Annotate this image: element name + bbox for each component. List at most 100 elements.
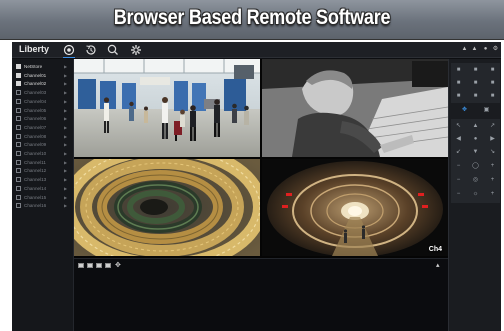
lock-icon[interactable]: ▲ [470,45,479,54]
logout-icon[interactable]: ⚙ [491,45,500,54]
ptz-down[interactable]: ▼ [468,147,483,158]
sidebar-channel-item[interactable]: Channel12 ▶ [12,167,74,175]
sidebar-channel-item[interactable]: NetStore ▶ [12,63,74,71]
sidebar-channel-item[interactable]: Channel14 ▶ [12,185,74,193]
channel-checkbox[interactable] [16,203,21,209]
expand-arrow-icon[interactable]: ▶ [64,167,67,175]
expand-arrow-icon[interactable]: ▶ [64,80,67,88]
sidebar-channel-item[interactable]: Channel09 ▶ [12,141,74,149]
ptz-right[interactable]: ▶ [485,134,500,145]
ptz-iris-in[interactable]: + [485,189,500,200]
expand-arrow-icon[interactable]: ▶ [64,115,67,123]
ptz-cell[interactable]: ■ [468,65,483,76]
subway-tunnel-feed[interactable]: Ch4 [262,159,448,256]
sidebar-channel-item[interactable]: Channel13 ▶ [12,176,74,184]
expand-arrow-icon[interactable]: ▶ [64,141,67,149]
channel-checkbox[interactable] [16,72,21,78]
ptz-focus-out[interactable]: − [451,175,466,186]
ptz-down-right[interactable]: ↘ [485,147,500,158]
channel-checkbox[interactable] [16,90,21,96]
sidebar-channel-item[interactable]: Channel04 ▶ [12,98,74,106]
playback-icon[interactable] [84,43,98,57]
expand-arrow-icon[interactable]: ▶ [64,194,67,202]
ptz-up[interactable]: ▲ [468,121,483,132]
sidebar-channel-item[interactable]: Channel10 ▶ [12,150,74,158]
top-toolbar: Liberty ▲ ▲ ● ⚙ [12,42,501,58]
expand-arrow-icon[interactable]: ▶ [64,124,67,132]
ptz-home[interactable]: ● [468,134,483,145]
channel-checkbox[interactable] [16,116,21,122]
ptz-down-left[interactable]: ↙ [451,147,466,158]
ptz-cell[interactable]: ■ [468,91,483,102]
sidebar-channel-item[interactable]: Channel11 ▶ [12,159,74,167]
search-icon[interactable] [106,43,120,57]
sidebar-channel-item[interactable]: Channel02 ▶ [12,80,74,88]
ptz-cell[interactable]: ■ [485,65,500,76]
sidebar-channel-item[interactable]: Channel03 ▶ [12,89,74,97]
sidebar-channel-item[interactable]: Channel15 ▶ [12,194,74,202]
ptz-iris-out[interactable]: − [451,189,466,200]
live-view-icon[interactable] [62,43,76,58]
channel-checkbox[interactable] [16,185,21,191]
channel-checkbox[interactable] [16,133,21,139]
settings-icon[interactable] [129,43,143,57]
sidebar-channel-item[interactable]: Channel05 ▶ [12,107,74,115]
layout-1x1-button[interactable] [78,263,84,268]
channel-checkbox[interactable] [16,64,21,69]
banner-title: Browser Based Remote Software [113,6,391,29]
expand-arrow-icon[interactable]: ▶ [64,176,67,184]
sidebar-channel-item[interactable]: Channel01 ▶ [12,72,74,80]
ptz-zoom-in[interactable]: + [485,161,500,172]
sidebar-channel-item[interactable]: Channel08 ▶ [12,133,74,141]
channel-checkbox[interactable] [16,194,21,200]
channel-checkbox[interactable] [16,159,21,165]
airport-terminal-feed[interactable] [74,59,260,157]
ptz-image-icon[interactable]: ▣ [479,105,494,116]
expand-arrow-icon[interactable]: ▶ [64,185,67,193]
ptz-cell[interactable]: ■ [451,78,466,89]
expand-arrow-icon[interactable]: ▶ [64,159,67,167]
channel-label: Channel02 [24,81,47,87]
office-worker-feed[interactable] [262,59,448,157]
ptz-cell[interactable]: ■ [485,91,500,102]
channel-checkbox[interactable] [16,142,21,148]
layout-2x2-button[interactable] [87,263,93,268]
channel-label: Channel11 [24,159,46,165]
capture-icon[interactable]: ▴ [436,261,440,269]
layout-3x3-button[interactable] [96,263,102,268]
channel-checkbox[interactable] [16,177,21,183]
fullscreen-icon[interactable]: ✥ [115,261,121,269]
expand-arrow-icon[interactable]: ▶ [64,63,67,71]
ptz-cell[interactable]: ■ [485,78,500,89]
sidebar-channel-item[interactable]: Channel07 ▶ [12,124,74,132]
ptz-move-icon[interactable]: ✥ [457,105,472,116]
expand-arrow-icon[interactable]: ▶ [64,133,67,141]
channel-checkbox[interactable] [16,151,21,156]
ptz-up-left[interactable]: ↖ [451,121,466,132]
ptz-up-right[interactable]: ↗ [485,121,500,132]
ptz-cell[interactable]: ■ [451,91,466,102]
expand-arrow-icon[interactable]: ▶ [64,202,67,210]
ptz-cell[interactable]: ■ [451,65,466,76]
expand-arrow-icon[interactable]: ▶ [64,72,67,80]
channel-checkbox[interactable] [16,124,21,130]
ptz-left[interactable]: ◀ [451,134,466,145]
bottom-toolbar: ✥ ▴ [74,258,448,331]
ptz-focus-in[interactable]: + [485,175,500,186]
user-icon[interactable]: ▲ [460,45,469,54]
expand-arrow-icon[interactable]: ▶ [64,107,67,115]
expand-arrow-icon[interactable]: ▶ [64,150,67,158]
channel-checkbox[interactable] [16,107,21,113]
channel-checkbox[interactable] [16,168,21,174]
channel-checkbox[interactable] [16,98,21,104]
spiral-staircase-feed[interactable] [74,159,260,256]
channel-checkbox[interactable] [16,81,21,87]
help-icon[interactable]: ● [481,45,490,54]
ptz-zoom-out[interactable]: − [451,161,466,172]
sidebar-channel-item[interactable]: Channel06 ▶ [12,115,74,123]
expand-arrow-icon[interactable]: ▶ [64,98,67,106]
ptz-cell[interactable]: ■ [468,78,483,89]
layout-4x4-button[interactable] [105,263,111,268]
expand-arrow-icon[interactable]: ▶ [64,89,67,97]
sidebar-channel-item[interactable]: Channel16 ▶ [12,202,74,210]
